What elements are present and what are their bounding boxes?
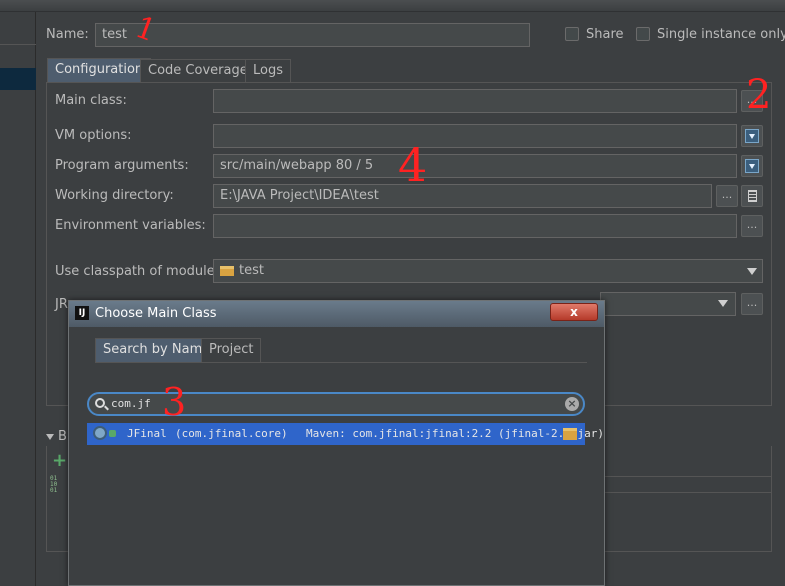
main-class-label: Main class: [55,93,127,108]
folder-icon [220,265,234,276]
vm-options-expand-button[interactable] [741,125,763,147]
window-top-strip [0,0,785,12]
annotation-3: 3 [162,380,187,424]
annotation-2: 2 [746,72,772,118]
close-icon: x [570,305,578,319]
jre-label-partial: JR [55,297,68,312]
tab-search-by-name[interactable]: Search by Name [95,338,219,362]
jre-select[interactable] [600,292,736,316]
main-class-field[interactable] [213,89,737,113]
name-field[interactable]: test [95,23,530,47]
search-icon-handle [104,405,109,411]
environment-variables-label: Environment variables: [55,218,206,233]
tree-selected-item[interactable] [0,68,36,90]
environment-variables-field[interactable] [213,214,737,238]
vm-options-label: VM options: [55,128,132,143]
tabs-divider [95,362,587,363]
configurations-tree[interactable] [0,12,36,586]
share-checkbox[interactable] [565,27,579,41]
jar-icon [563,428,577,440]
chevron-down-icon[interactable] [718,300,728,307]
dialog-title: Choose Main Class [95,306,217,321]
classpath-module-select[interactable]: test [213,259,763,283]
class-icon [93,426,107,440]
search-input-value: com.jf [111,397,151,410]
close-button[interactable]: x [550,303,598,321]
before-launch-label-partial: B [58,429,67,444]
chevron-down-icon[interactable] [747,268,757,275]
jre-browse-button[interactable]: ... [741,293,763,315]
share-label[interactable]: Share [586,27,624,42]
program-arguments-expand-button[interactable] [741,155,763,177]
clear-icon[interactable]: × [565,397,579,411]
program-arguments-label: Program arguments: [55,158,189,173]
tab-project[interactable]: Project [201,338,262,362]
name-label: Name: [46,27,89,42]
environment-variables-button[interactable]: ... [741,215,763,237]
collapse-icon[interactable] [46,434,54,440]
access-icon [109,430,116,437]
vm-options-field[interactable] [213,124,737,148]
notepad-icon [747,190,757,202]
result-package: (com.jfinal.core) [175,427,288,440]
working-directory-browse-button[interactable]: ... [716,185,738,207]
result-item-jfinal[interactable]: JFinal (com.jfinal.core) Maven: com.jfin… [87,423,604,445]
classpath-module-value: test [239,263,264,278]
choose-main-class-dialog: IJ Choose Main Class x Search by Name Pr… [68,300,605,586]
tree-divider [0,44,36,45]
download-icon [745,159,759,173]
working-directory-macros-button[interactable] [741,185,763,207]
annotation-4: 4 [398,138,428,192]
single-instance-label[interactable]: Single instance only [657,27,785,42]
working-directory-field[interactable]: E:\JAVA Project\IDEA\test [213,184,712,208]
download-icon [745,129,759,143]
program-arguments-field[interactable]: src/main/webapp 80 / 5 [213,154,737,178]
result-source: Maven: com.jfinal:jfinal:2.2 (jfinal-2.2… [306,427,605,440]
single-instance-checkbox[interactable] [636,27,650,41]
intellij-logo-icon: IJ [75,306,89,320]
tab-code-coverage[interactable]: Code Coverage [140,59,256,83]
working-directory-label: Working directory: [55,188,174,203]
tab-configuration[interactable]: Configuration [47,58,152,82]
classpath-label: Use classpath of module: [55,264,220,279]
tab-logs[interactable]: Logs [245,59,291,83]
result-class-name: JFinal [127,427,167,440]
